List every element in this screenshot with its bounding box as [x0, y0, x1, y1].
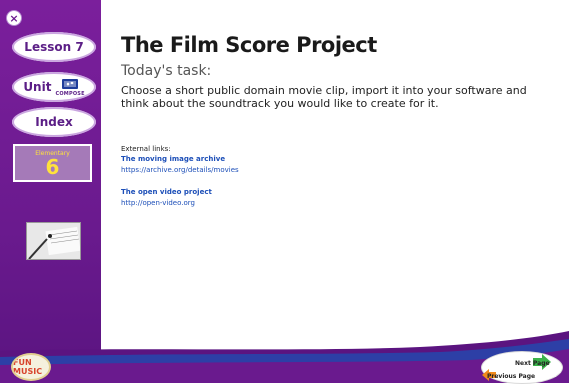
index-label: Index — [35, 115, 73, 129]
external-links-label: External links: — [121, 145, 171, 153]
expand-icon[interactable]: ⤢ — [553, 369, 560, 379]
next-page-button[interactable]: Next Page — [515, 360, 550, 367]
lesson-label: Lesson 7 — [24, 40, 84, 54]
lesson-thumbnail — [26, 222, 81, 260]
page-subtitle: Today's task: — [121, 63, 212, 79]
close-icon: × — [9, 11, 19, 25]
level-number: 6 — [45, 154, 60, 179]
logo-text: FUN MUSIC — [13, 358, 43, 376]
lesson-button[interactable]: Lesson 7 — [12, 32, 96, 62]
unit-label: Unit — [23, 80, 52, 94]
task-description: Choose a short public domain movie clip,… — [121, 84, 527, 110]
link-title-moving-image-archive[interactable]: The moving image archive — [121, 155, 225, 163]
unit-button[interactable]: Unit COMPOSE — [12, 72, 96, 102]
link-url-open-video[interactable]: http://open-video.org — [121, 199, 195, 207]
compose-label: COMPOSE — [55, 90, 85, 97]
fun-music-logo: FUN MUSIC — [11, 353, 51, 381]
link-url-archive[interactable]: https://archive.org/details/movies — [121, 166, 239, 174]
previous-page-button[interactable]: Previous Page — [487, 373, 535, 380]
link-title-open-video-project[interactable]: The open video project — [121, 188, 212, 196]
level-card: Elementary 6 — [13, 144, 92, 182]
thumbnail-image — [27, 223, 80, 259]
close-button[interactable]: × — [7, 11, 21, 25]
compose-icon — [62, 78, 79, 89]
index-button[interactable]: Index — [12, 107, 96, 137]
page-title: The Film Score Project — [121, 33, 377, 57]
